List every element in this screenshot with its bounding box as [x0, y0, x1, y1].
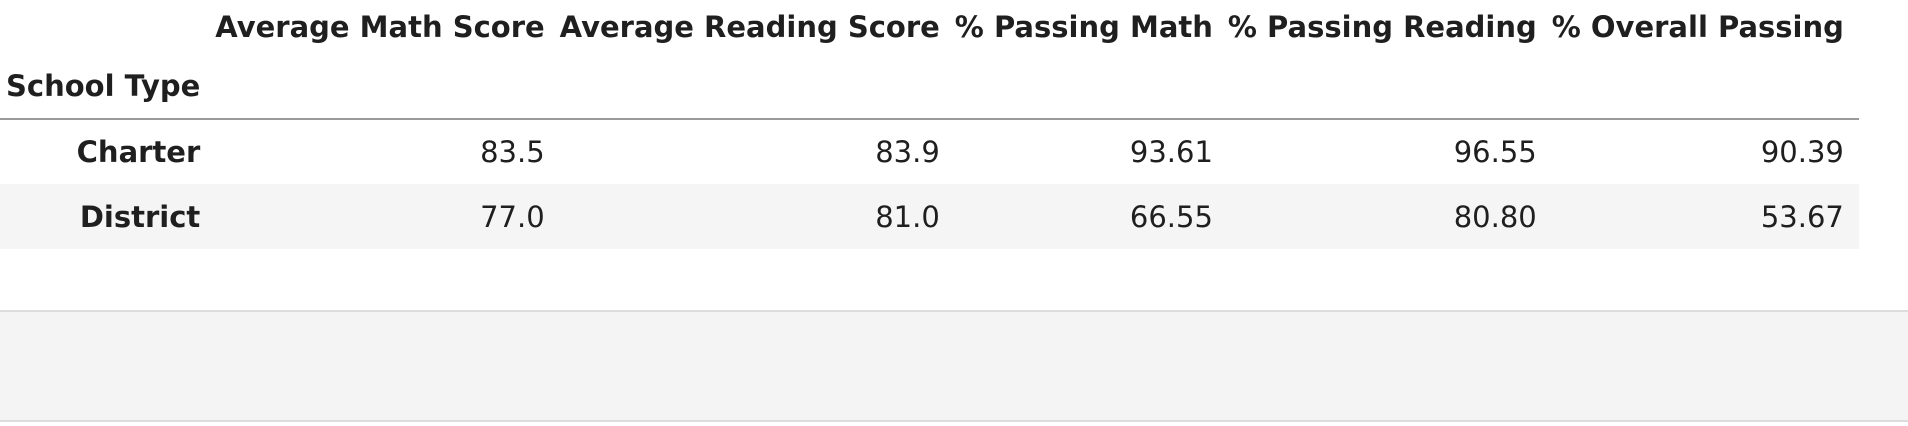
column-header-row: Average Math Score Average Reading Score… — [0, 0, 1859, 54]
empty-output-area — [0, 310, 1908, 422]
index-name: School Type — [6, 69, 201, 103]
column-header: Average Reading Score — [559, 10, 940, 44]
column-header: % Passing Math — [954, 10, 1213, 44]
table-cell: 83.5 — [480, 135, 545, 169]
table-cell: 90.39 — [1760, 135, 1844, 169]
table-cell: 96.55 — [1453, 135, 1537, 169]
notebook-output: Average Math Score Average Reading Score… — [0, 0, 1908, 426]
summary-dataframe: Average Math Score Average Reading Score… — [0, 0, 1859, 249]
row-label: Charter — [76, 135, 201, 169]
index-header-row: School Type — [0, 54, 1859, 119]
table-cell: 93.61 — [1129, 135, 1213, 169]
column-header: % Overall Passing — [1551, 10, 1844, 44]
column-header: % Passing Reading — [1227, 10, 1537, 44]
column-header: Average Math Score — [215, 10, 545, 44]
table-cell: 53.67 — [1760, 199, 1844, 234]
table-cell: 77.0 — [480, 199, 545, 234]
table-row: Charter 83.5 83.9 93.61 96.55 90.39 — [0, 119, 1859, 184]
corner-cell — [0, 0, 215, 54]
table-cell: 66.55 — [1129, 199, 1213, 234]
row-label: District — [79, 199, 201, 234]
table-cell: 83.9 — [875, 135, 940, 169]
table-cell: 80.80 — [1453, 199, 1537, 234]
table-row: District 77.0 81.0 66.55 80.80 53.67 — [0, 184, 1859, 249]
table-cell: 81.0 — [875, 199, 940, 234]
